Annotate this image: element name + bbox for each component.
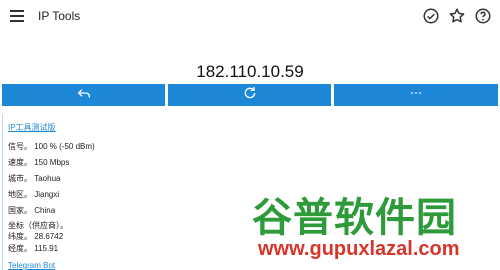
refresh-icon <box>242 85 258 106</box>
telegram-bot-link[interactable]: Telegram Bot <box>8 261 55 270</box>
ip-address: 182.110.10.59 <box>196 62 304 81</box>
more-dots-icon <box>408 85 424 106</box>
help-icon[interactable] <box>474 7 492 25</box>
check-badge-icon[interactable] <box>422 7 440 25</box>
star-icon[interactable] <box>448 7 466 25</box>
content-rule <box>2 114 3 270</box>
app-bar: IP Tools <box>0 0 500 34</box>
signal-row: 信号。 100 % (-50 dBm) <box>8 142 95 151</box>
refresh-button[interactable] <box>168 84 331 106</box>
menu-icon[interactable] <box>10 10 24 22</box>
region-row: 地区。 Jiangxi <box>8 190 60 199</box>
more-button[interactable] <box>334 84 498 106</box>
latitude-row: 纬度。 28.6742 <box>8 232 64 241</box>
coordinates-label: 坐标（供应商）。 <box>8 221 68 230</box>
back-arrow-icon <box>76 85 92 106</box>
longitude-row: 经度。 115.91 <box>8 244 59 253</box>
app-title: IP Tools <box>38 9 81 23</box>
city-row: 城市。 Taohua <box>8 174 61 183</box>
watermark-url: www.gupuxlazal.com <box>258 238 460 260</box>
country-row: 国家。 China <box>8 206 56 215</box>
ip-tools-beta-link[interactable]: IP工具测试版 <box>8 122 56 133</box>
back-button[interactable] <box>2 84 165 106</box>
speed-row: 速度。 150 Mbps <box>8 158 70 167</box>
action-button-bar <box>0 84 500 106</box>
watermark-text: 谷普软件园 <box>252 196 457 240</box>
